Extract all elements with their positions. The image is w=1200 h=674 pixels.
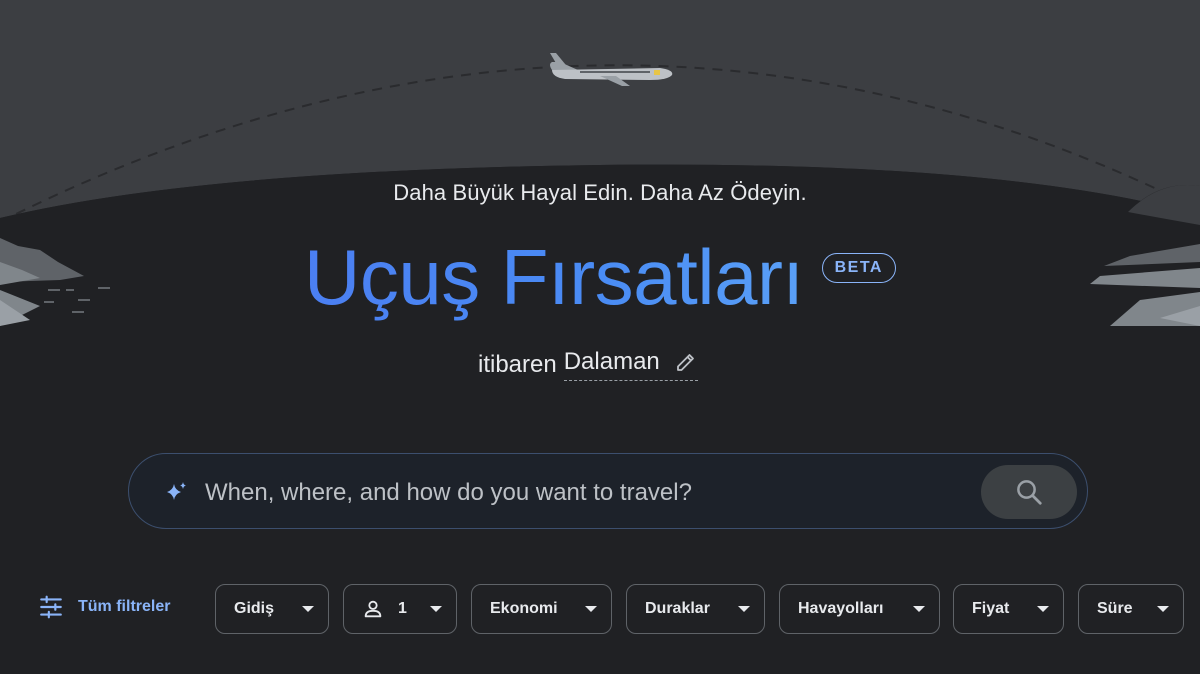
caret-down-icon <box>738 606 750 612</box>
person-icon <box>364 600 382 618</box>
origin-city-label: Dalaman <box>563 348 660 375</box>
trip-type-label: Gidiş <box>234 600 275 617</box>
origin-selector: itibaren Dalaman <box>478 348 698 381</box>
origin-city-button[interactable]: Dalaman <box>563 348 698 381</box>
all-filters-label: Tüm filtreler <box>78 598 171 615</box>
sparkle-icon <box>167 482 186 500</box>
duration-dropdown[interactable]: Süre <box>1078 584 1184 634</box>
caret-down-icon <box>302 606 314 612</box>
beta-badge: BETA <box>821 253 896 283</box>
hero-illustration <box>0 0 1200 674</box>
page-title: Uçuş Fırsatları <box>304 233 804 321</box>
caret-down-icon <box>430 606 442 612</box>
trip-type-dropdown[interactable]: Gidiş <box>215 584 329 634</box>
search-input[interactable] <box>203 454 967 532</box>
search-button[interactable] <box>981 465 1077 519</box>
caret-down-icon <box>913 606 925 612</box>
caret-down-icon <box>1037 606 1049 612</box>
passengers-count: 1 <box>398 600 407 617</box>
caret-down-icon <box>1157 606 1169 612</box>
page-title-row: Uçuş Fırsatları BETA <box>0 232 1200 322</box>
price-dropdown[interactable]: Fiyat <box>953 584 1064 634</box>
edit-pencil-icon <box>676 354 694 371</box>
search-icon <box>1017 480 1042 505</box>
passengers-dropdown[interactable]: 1 <box>343 584 457 634</box>
filter-bar: Tüm filtreler Gidiş 1 Ekonomi Duraklar H… <box>0 584 1200 636</box>
airlines-dropdown[interactable]: Havayolları <box>779 584 940 634</box>
hero-tagline: Daha Büyük Hayal Edin. Daha Az Ödeyin. <box>393 180 807 205</box>
airlines-label: Havayolları <box>798 600 884 617</box>
price-label: Fiyat <box>972 600 1010 617</box>
origin-prefix: itibaren <box>478 350 557 378</box>
stops-label: Duraklar <box>645 600 710 617</box>
cabin-class-label: Ekonomi <box>490 600 558 617</box>
cabin-class-dropdown[interactable]: Ekonomi <box>471 584 612 634</box>
duration-label: Süre <box>1097 600 1133 617</box>
all-filters-button[interactable]: Tüm filtreler <box>38 594 170 620</box>
stops-dropdown[interactable]: Duraklar <box>626 584 765 634</box>
sky-background <box>0 0 1200 674</box>
tune-icon <box>40 595 62 619</box>
caret-down-icon <box>585 606 597 612</box>
search-bar <box>128 453 1088 532</box>
